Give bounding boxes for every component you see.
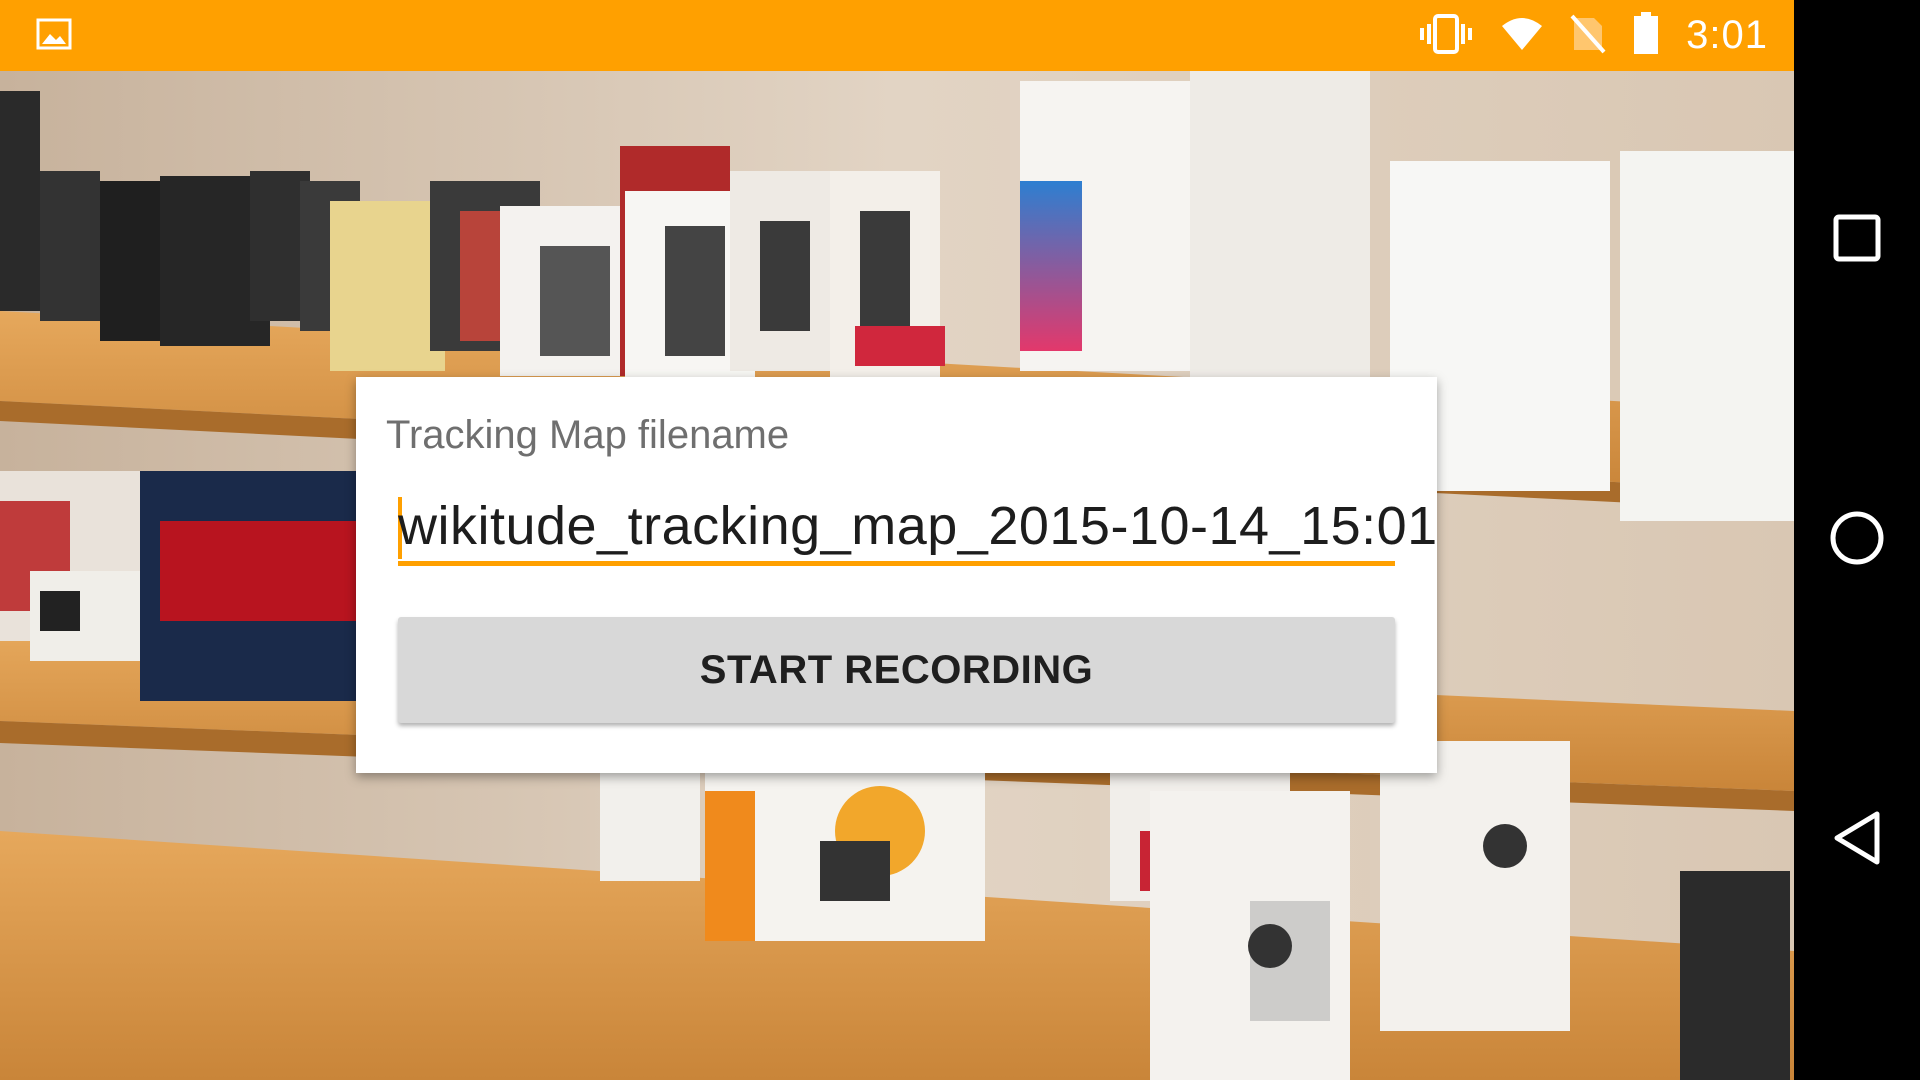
navigation-bar: [1794, 0, 1920, 1080]
app-screen: 3:01 Tracking Map filename wikitude_trac…: [0, 0, 1920, 1080]
filename-value[interactable]: wikitude_tracking_map_2015-10-14_15:01: [398, 495, 1438, 557]
status-time: 3:01: [1686, 13, 1768, 57]
back-button[interactable]: [1794, 777, 1920, 903]
home-button[interactable]: [1794, 477, 1920, 603]
start-recording-button[interactable]: START RECORDING: [398, 617, 1395, 723]
battery-icon: [1632, 11, 1660, 60]
no-sim-icon: [1570, 14, 1606, 58]
filename-label: Tracking Map filename: [386, 413, 790, 457]
recents-icon: [1833, 214, 1881, 266]
back-icon: [1831, 810, 1883, 870]
image-notification-icon: [36, 18, 72, 54]
vibrate-icon: [1418, 13, 1474, 58]
tracking-map-dialog: Tracking Map filename wikitude_tracking_…: [356, 377, 1437, 773]
recents-button[interactable]: [1794, 177, 1920, 303]
filename-input[interactable]: wikitude_tracking_map_2015-10-14_15:01: [398, 493, 1437, 566]
home-icon: [1829, 510, 1885, 570]
status-bar: 3:01: [0, 0, 1794, 71]
wifi-icon: [1500, 16, 1544, 56]
